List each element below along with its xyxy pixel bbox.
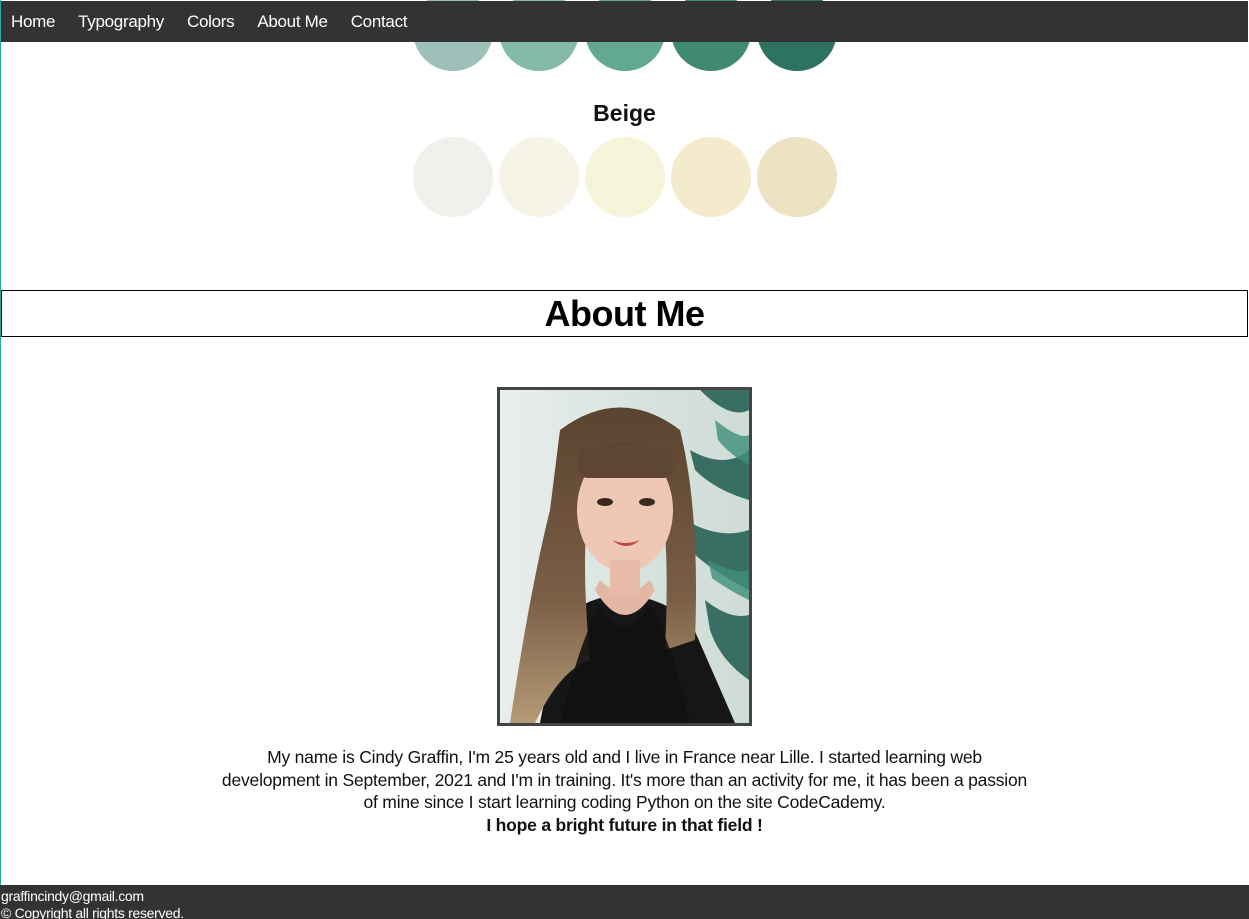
beige-swatch	[413, 137, 493, 217]
profile-photo	[497, 387, 752, 726]
nav-contact-link[interactable]: Contact	[351, 12, 408, 32]
about-heading-box: About Me	[1, 290, 1248, 337]
footer-email[interactable]: graffincindy@gmail.com	[0, 888, 1249, 905]
beige-heading: Beige	[593, 100, 656, 126]
beige-swatch-row	[413, 137, 837, 217]
beige-swatch	[499, 137, 579, 217]
nav-typography-link[interactable]: Typography	[78, 12, 164, 32]
nav-about-link[interactable]: About Me	[257, 12, 328, 32]
footer-copyright: © Copyright all rights reserved.	[1, 905, 184, 919]
page-edge	[0, 0, 1, 919]
beige-swatch	[757, 137, 837, 217]
top-navbar: Home Typography Colors About Me Contact	[1, 1, 1248, 42]
about-heading: About Me	[544, 292, 705, 334]
bio-text-block: My name is Cindy Graffin, I'm 25 years o…	[216, 746, 1033, 836]
bio-paragraph: My name is Cindy Graffin, I'm 25 years o…	[221, 747, 1028, 812]
nav-home-link[interactable]: Home	[11, 12, 55, 32]
nav-colors-link[interactable]: Colors	[187, 12, 235, 32]
beige-swatch	[585, 137, 665, 217]
beige-swatch	[671, 137, 751, 217]
bio-closing-line: I hope a bright future in that field !	[486, 814, 763, 835]
page-footer: graffincindy@gmail.com © Copyright all r…	[0, 885, 1249, 919]
portrait-image	[500, 390, 749, 723]
